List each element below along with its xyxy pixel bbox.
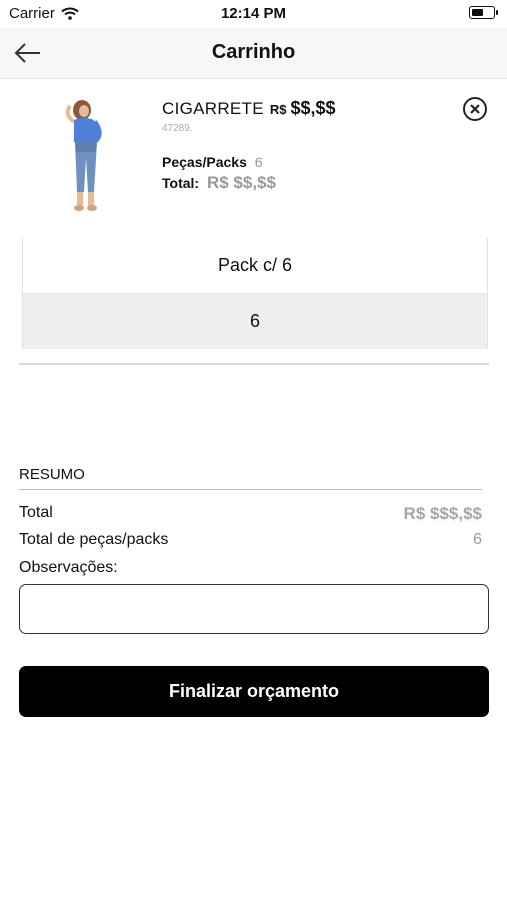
notes-label: Observações: [19,559,118,576]
page-title: Carrinho [211,41,296,63]
status-bar: Carrier 12:14 PM [0,0,507,28]
pack-table: Pack c/ 6 6 [22,238,488,349]
pieces-label: Peças/Packs [162,154,247,170]
item-total-label: Total: [162,175,200,191]
battery-level [472,9,483,16]
summary-divider [19,489,482,490]
price-currency: R$ [269,102,287,117]
navigation-bar: Carrinho [0,28,507,79]
summary-pieces-label: Total de peças/packs [19,531,169,548]
summary-total-row: Total R$ $$$,$$ [19,504,482,524]
product-photo[interactable] [44,96,126,220]
product-price: $$,$$ [290,98,336,118]
finalize-quote-button[interactable]: Finalizar orçamento [19,666,489,717]
pack-quantity-cell[interactable]: 6 [22,294,488,349]
summary-pieces-value: 6 [473,531,482,548]
status-time: 12:14 PM [220,5,287,22]
summary-total-label: Total [19,504,53,521]
summary-total-value: R$ $$$,$$ [403,504,482,523]
product-sku: 47289. [162,123,193,134]
notes-input[interactable] [19,584,489,634]
product-name: CIGARRETE [162,99,264,118]
summary-pieces-row: Total de peças/packs 6 [19,531,482,549]
section-divider [19,363,489,365]
pack-header: Pack c/ 6 [22,238,488,294]
pieces-value: 6 [254,154,263,170]
product-title: CIGARRETE R$ $$,$$ [162,98,336,119]
item-total-row: Total: R$ $$,$$ [162,173,276,193]
close-circle-icon [463,97,487,121]
battery-icon [469,6,498,19]
status-right [469,6,498,19]
pieces-row: Peças/Packs 6 [162,154,263,170]
remove-item-button[interactable] [462,96,488,122]
item-total-value: R$ $$,$$ [206,173,276,192]
summary-heading: RESUMO [19,466,85,483]
